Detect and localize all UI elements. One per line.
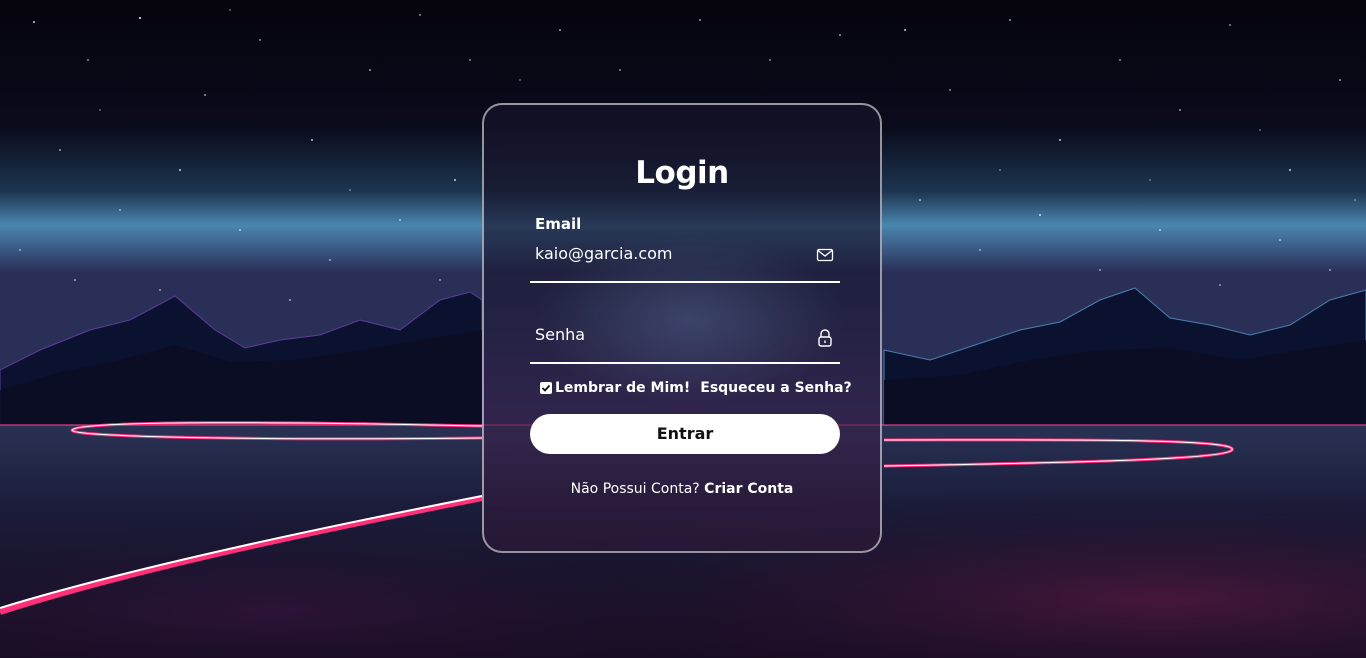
mail-icon — [816, 246, 834, 264]
login-options: Lembrar de Mim! Esqueceu a Senha? — [540, 379, 852, 397]
remember-me[interactable]: Lembrar de Mim! — [540, 380, 690, 396]
password-field[interactable]: Senha — [530, 314, 840, 364]
signup-row: Não Possui Conta? Criar Conta — [484, 481, 880, 497]
remember-label[interactable]: Lembrar de Mim! — [555, 380, 690, 396]
email-field[interactable]: Email kaio@garcia.com — [530, 215, 840, 283]
remember-checkbox[interactable] — [540, 382, 552, 394]
login-button[interactable]: Entrar — [530, 414, 840, 454]
login-card: Login Email kaio@garcia.com Senha Lembra… — [482, 103, 882, 553]
email-label: Email — [535, 215, 582, 233]
lock-icon — [816, 328, 834, 347]
login-title: Login — [635, 155, 729, 191]
forgot-password-link[interactable]: Esqueceu a Senha? — [700, 380, 851, 396]
create-account-link[interactable]: Criar Conta — [704, 481, 793, 497]
password-placeholder[interactable]: Senha — [535, 325, 585, 344]
email-value[interactable]: kaio@garcia.com — [535, 244, 673, 263]
signup-prompt: Não Possui Conta? — [570, 481, 700, 497]
